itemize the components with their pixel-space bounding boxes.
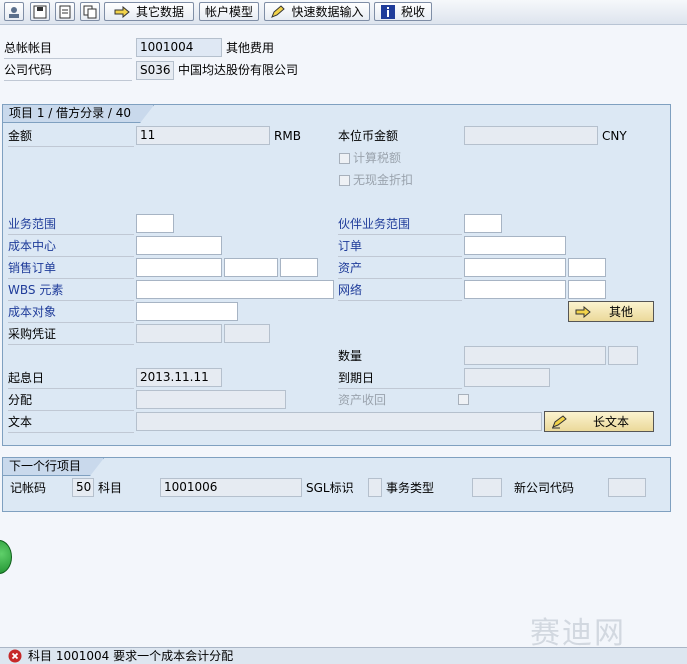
asset-label: 资产	[338, 258, 462, 279]
more-button[interactable]: 其他	[568, 301, 654, 322]
text-label: 文本	[8, 412, 134, 433]
watermark: 赛迪网	[530, 616, 626, 651]
calc-tax-checkbox[interactable]	[339, 153, 350, 164]
purchasing-doc-item-field	[224, 324, 270, 343]
trans-type-label: 事务类型	[386, 481, 435, 495]
company-code-field: S036	[136, 61, 174, 80]
business-area-label: 业务范围	[8, 214, 134, 235]
wbs-field[interactable]	[136, 280, 334, 299]
fast-entry-label: 快速数据输入	[291, 5, 364, 19]
order-field[interactable]	[464, 236, 566, 255]
partner-business-area-label: 伙伴业务范围	[338, 214, 462, 235]
account-model-label: 帐户模型	[204, 5, 253, 19]
item-group-title: 项目 1 / 借方分录 / 40	[3, 105, 154, 123]
copy-icon-button[interactable]	[80, 2, 100, 21]
assignment-label: 分配	[8, 390, 134, 411]
amount-field[interactable]: 11	[136, 126, 270, 145]
sales-order-item-field[interactable]	[224, 258, 278, 277]
asset-subnumber-field[interactable]	[568, 258, 606, 277]
application-toolbar: 其它数据 帐户模型 快速数据输入 税收	[0, 0, 687, 25]
asset-field[interactable]	[464, 258, 566, 277]
new-company-field[interactable]	[608, 478, 646, 497]
sgl-label: SGL标识	[306, 481, 354, 495]
fast-entry-button[interactable]: 快速数据输入	[264, 2, 370, 21]
purchasing-doc-field	[136, 324, 222, 343]
posting-key-label: 记帐码	[10, 481, 47, 495]
cost-object-label: 成本对象	[8, 302, 134, 323]
no-cash-discount-label: 无现金折扣	[353, 173, 414, 187]
save-icon-button[interactable]	[30, 2, 50, 21]
error-icon	[8, 649, 22, 663]
local-currency-label: CNY	[602, 129, 627, 143]
tax-label: 税收	[400, 5, 425, 19]
gl-account-label: 总帐帐目	[4, 38, 132, 59]
cost-center-field[interactable]	[136, 236, 222, 255]
green-status-indicator	[0, 540, 12, 574]
asset-retirement-checkbox[interactable]	[458, 394, 469, 405]
other-data-button[interactable]: 其它数据	[104, 2, 194, 21]
copy-icon	[83, 5, 97, 18]
value-date-field[interactable]: 2013.11.11	[136, 368, 222, 387]
no-cash-discount-checkbox[interactable]	[339, 175, 350, 186]
user-icon-button[interactable]	[4, 2, 24, 21]
gl-account-desc: 其他费用	[226, 41, 275, 55]
more-button-label: 其他	[609, 305, 634, 319]
asset-retirement-label: 资产收回	[338, 393, 387, 407]
document-icon	[59, 5, 71, 18]
document-icon-button[interactable]	[55, 2, 75, 21]
quantity-unit-field	[608, 346, 638, 365]
user-icon	[9, 6, 19, 18]
business-area-field[interactable]	[136, 214, 174, 233]
order-label: 订单	[338, 236, 462, 257]
purchasing-doc-label: 采购凭证	[8, 324, 134, 345]
account-field[interactable]: 1001006	[160, 478, 302, 497]
local-amount-field[interactable]	[464, 126, 598, 145]
amount-label: 金额	[8, 126, 134, 147]
local-amount-label: 本位币金额	[338, 129, 399, 143]
due-date-label: 到期日	[338, 368, 462, 389]
new-company-label: 新公司代码	[514, 481, 575, 495]
posting-key-field[interactable]: 50	[72, 478, 94, 497]
info-icon	[380, 4, 395, 19]
network-label: 网络	[338, 280, 462, 301]
wbs-label: WBS 元素	[8, 280, 134, 301]
currency-label: RMB	[274, 129, 301, 143]
account-model-button[interactable]: 帐户模型	[199, 2, 259, 21]
long-text-button-label: 长文本	[593, 415, 630, 429]
partner-business-area-field[interactable]	[464, 214, 502, 233]
due-date-field	[464, 368, 550, 387]
sgl-field[interactable]	[368, 478, 382, 497]
edit-text-icon	[552, 414, 567, 428]
status-bar: 科目 1001004 要求一个成本会计分配	[0, 647, 687, 664]
sales-order-schedule-field[interactable]	[280, 258, 318, 277]
save-icon	[33, 5, 47, 18]
other-data-label: 其它数据	[135, 5, 184, 19]
arrow-right-icon	[114, 5, 130, 18]
text-field[interactable]	[136, 412, 542, 431]
next-item-group-title: 下一个行项目	[3, 458, 104, 476]
cost-object-field[interactable]	[136, 302, 238, 321]
status-message: 科目 1001004 要求一个成本会计分配	[28, 649, 234, 663]
quantity-field	[464, 346, 606, 365]
company-name: 中国均达股份有限公司	[178, 63, 299, 77]
account-label: 科目	[98, 481, 123, 495]
sales-order-label: 销售订单	[8, 258, 134, 279]
company-code-label: 公司代码	[4, 60, 132, 81]
tax-button[interactable]: 税收	[374, 2, 432, 21]
trans-type-field[interactable]	[472, 478, 502, 497]
quantity-label: 数量	[338, 349, 363, 363]
calc-tax-label: 计算税额	[353, 151, 402, 165]
network-field[interactable]	[464, 280, 566, 299]
network-activity-field[interactable]	[568, 280, 606, 299]
long-text-button[interactable]: 长文本	[544, 411, 654, 432]
cost-center-label: 成本中心	[8, 236, 134, 257]
assignment-field[interactable]	[136, 390, 286, 409]
arrow-right-icon	[575, 305, 591, 318]
value-date-label: 起息日	[8, 368, 134, 389]
gl-account-field: 1001004	[136, 38, 222, 57]
pencil-icon	[271, 4, 286, 18]
sales-order-field[interactable]	[136, 258, 222, 277]
